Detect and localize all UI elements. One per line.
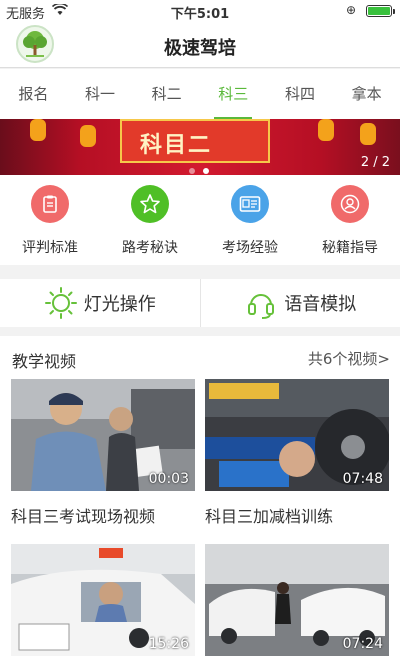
battery-icon bbox=[366, 5, 395, 17]
tab-subject-2[interactable]: 科二 bbox=[134, 69, 200, 119]
promo-banner[interactable]: 科目二 2 / 2 bbox=[0, 119, 400, 175]
see-all-videos-link[interactable]: 共6个视频> bbox=[308, 348, 390, 369]
video-thumbnail[interactable]: 07:48 bbox=[205, 379, 389, 491]
tab-subject-1[interactable]: 科一 bbox=[67, 69, 133, 119]
status-bar: 无服务 下午5:01 ⊕ bbox=[0, 0, 400, 22]
feature-label: 秘籍指导 bbox=[322, 240, 378, 256]
feature-grid: 评判标准 路考秘诀 考场经验 秘籍指导 bbox=[0, 175, 400, 265]
video-card[interactable]: 00:03 科目三考试现场视频 bbox=[11, 379, 195, 527]
tab-subject-4[interactable]: 科四 bbox=[267, 69, 333, 119]
nav-bar: 极速驾培 bbox=[0, 22, 400, 68]
carousel-dots bbox=[185, 159, 213, 175]
star-icon bbox=[131, 185, 169, 223]
video-duration: 07:24 bbox=[342, 636, 383, 652]
lantern-icon bbox=[318, 119, 334, 141]
video-card[interactable]: 07:24 bbox=[205, 544, 389, 656]
mode-label: 灯光操作 bbox=[83, 294, 156, 315]
video-card[interactable]: 15:26 bbox=[11, 544, 195, 660]
video-title: 科目三加减档训练 bbox=[205, 507, 334, 526]
headset-icon bbox=[244, 286, 284, 320]
status-time: 下午5:01 bbox=[170, 7, 230, 22]
video-thumbnail[interactable]: 00:03 bbox=[11, 379, 195, 491]
tab-get-license[interactable]: 拿本 bbox=[334, 69, 400, 119]
teaching-videos-section: 教学视频 共6个视频> 00:03 科目三考试现场视频 07:48 科目三加减档… bbox=[0, 336, 400, 660]
clipboard-icon bbox=[31, 185, 69, 223]
page-title: 极速驾培 bbox=[164, 38, 236, 59]
video-thumbnail[interactable]: 07:24 bbox=[205, 544, 389, 656]
tab-signup[interactable]: 报名 bbox=[0, 69, 66, 119]
banner-center-text: 科目二 bbox=[140, 133, 213, 158]
feature-judging-criteria[interactable]: 评判标准 bbox=[0, 175, 100, 265]
lantern-icon bbox=[80, 125, 96, 147]
carousel-counter: 2 / 2 bbox=[360, 155, 390, 170]
video-duration: 07:48 bbox=[342, 471, 383, 487]
tab-subject-3[interactable]: 科三 bbox=[200, 69, 266, 119]
mode-label: 语音模拟 bbox=[284, 294, 357, 315]
user-icon bbox=[331, 185, 369, 223]
id-card-icon bbox=[231, 185, 269, 223]
carousel-dot[interactable] bbox=[189, 168, 195, 174]
video-duration: 15:26 bbox=[148, 636, 189, 652]
video-title: 科目三考试现场视频 bbox=[11, 507, 156, 526]
section-title: 教学视频 bbox=[12, 352, 77, 371]
practice-modes: 灯光操作 语音模拟 bbox=[0, 279, 400, 327]
sun-icon bbox=[44, 286, 84, 320]
carousel-dot-active[interactable] bbox=[203, 168, 209, 174]
subject-tabs: 报名 科一 科二 科三 科四 拿本 bbox=[0, 69, 400, 119]
video-duration: 00:03 bbox=[148, 471, 189, 487]
feature-road-test-tips[interactable]: 路考秘诀 bbox=[100, 175, 200, 265]
feature-secret-guide[interactable]: 秘籍指导 bbox=[300, 175, 400, 265]
lantern-icon bbox=[30, 119, 46, 141]
lantern-icon bbox=[360, 123, 376, 145]
light-operation-button[interactable]: 灯光操作 bbox=[0, 279, 201, 327]
rotation-lock-icon: ⊕ bbox=[345, 3, 356, 17]
voice-simulation-button[interactable]: 语音模拟 bbox=[201, 279, 400, 327]
feature-exam-experience[interactable]: 考场经验 bbox=[200, 175, 300, 265]
video-card[interactable]: 07:48 科目三加减档训练 bbox=[205, 379, 389, 527]
feature-label: 路考秘诀 bbox=[122, 240, 178, 256]
video-thumbnail[interactable]: 15:26 bbox=[11, 544, 195, 656]
feature-label: 评判标准 bbox=[22, 240, 78, 256]
feature-label: 考场经验 bbox=[222, 240, 278, 256]
